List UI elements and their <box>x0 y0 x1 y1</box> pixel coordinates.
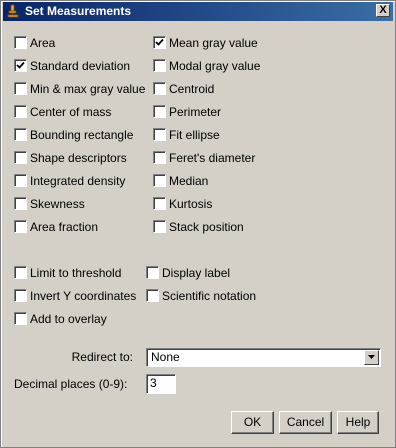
checkbox-box[interactable] <box>14 59 27 72</box>
cancel-button[interactable]: Cancel <box>279 411 332 434</box>
checkbox-label: Perimeter <box>169 105 222 119</box>
checkbox-label: Feret's diameter <box>169 151 256 165</box>
dropdown-arrow-button[interactable] <box>364 350 379 365</box>
checkbox-label: Median <box>169 174 209 188</box>
checkbox-box[interactable] <box>153 151 166 164</box>
ok-button[interactable]: OK <box>231 411 274 434</box>
checkbox-box[interactable] <box>14 266 27 279</box>
checkbox-box[interactable] <box>146 289 159 302</box>
checkbox-label: Skewness <box>30 197 85 211</box>
checkbox-label: Center of mass <box>30 105 112 119</box>
checkbox-box[interactable] <box>14 151 27 164</box>
chevron-down-icon <box>368 355 375 359</box>
checkbox-label: Area fraction <box>30 220 99 234</box>
checkbox-box[interactable] <box>153 36 166 49</box>
checkbox-box[interactable] <box>153 59 166 72</box>
checkmark-icon <box>155 38 164 46</box>
checkbox-box[interactable] <box>14 197 27 210</box>
redirect-to-select[interactable]: None <box>146 348 381 367</box>
checkbox-box[interactable] <box>146 266 159 279</box>
checkbox-box[interactable] <box>153 105 166 118</box>
checkbox-box[interactable] <box>14 128 27 141</box>
checkbox-label: Integrated density <box>30 174 126 188</box>
checkbox-label: Area <box>30 36 56 50</box>
checkbox-label: Standard deviation <box>30 59 131 73</box>
checkbox-label: Scientific notation <box>162 289 257 303</box>
help-button[interactable]: Help <box>337 411 379 434</box>
checkbox-box[interactable] <box>14 105 27 118</box>
decimal-places-label: Decimal places (0-9): <box>14 377 128 391</box>
checkbox-label: Add to overlay <box>30 312 107 326</box>
microscope-icon <box>7 4 19 18</box>
checkbox-label: Fit ellipse <box>169 128 220 142</box>
checkbox-label: Mean gray value <box>169 36 258 50</box>
checkbox-box[interactable] <box>14 36 27 49</box>
close-icon: X <box>379 4 387 16</box>
redirect-to-value: None <box>151 350 180 364</box>
checkbox-box[interactable] <box>14 174 27 187</box>
set-measurements-dialog: Set Measurements X Area Mean gray value … <box>0 0 396 448</box>
checkbox-box[interactable] <box>153 220 166 233</box>
checkbox-label: Centroid <box>169 82 215 96</box>
checkbox-label: Shape descriptors <box>30 151 127 165</box>
checkbox-box[interactable] <box>14 220 27 233</box>
redirect-to-label: Redirect to: <box>71 350 133 364</box>
close-button[interactable]: X <box>376 4 390 17</box>
window-title: Set Measurements <box>25 4 132 18</box>
checkmark-icon <box>16 61 25 69</box>
checkbox-box[interactable] <box>14 312 27 325</box>
checkbox-label: Modal gray value <box>169 59 261 73</box>
title-bar[interactable]: Set Measurements X <box>3 2 393 21</box>
checkbox-box[interactable] <box>14 289 27 302</box>
checkbox-box[interactable] <box>153 174 166 187</box>
checkbox-box[interactable] <box>153 197 166 210</box>
checkbox-box[interactable] <box>14 82 27 95</box>
checkbox-label: Bounding rectangle <box>30 128 134 142</box>
checkbox-label: Kurtosis <box>169 197 213 211</box>
checkbox-box[interactable] <box>153 128 166 141</box>
checkbox-label: Display label <box>162 266 231 280</box>
checkbox-box[interactable] <box>153 82 166 95</box>
decimal-places-input[interactable]: 3 <box>146 374 176 394</box>
checkbox-label: Limit to threshold <box>30 266 122 280</box>
checkbox-label: Stack position <box>169 220 244 234</box>
checkbox-label: Invert Y coordinates <box>30 289 137 303</box>
checkbox-label: Min & max gray value <box>30 82 146 96</box>
